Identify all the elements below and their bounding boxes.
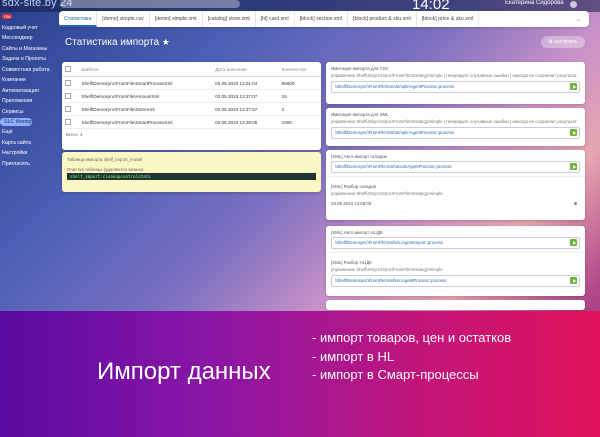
card-title: [XML] Авто импорт складов	[331, 154, 387, 159]
card-desc: управление Shelf\InSync\Sync\FromFile\St…	[331, 267, 443, 272]
card-desc: управление Shelf\InSync\Sync\FromFile\St…	[331, 73, 577, 78]
banner-item: - импорт в Смарт-процессы	[312, 367, 479, 382]
notifications-icon[interactable]	[570, 1, 577, 8]
tab[interactable]: [hl] card.xml	[256, 11, 295, 27]
sidebar-item[interactable]: Ещё	[0, 127, 52, 138]
agent-field[interactable]: \Shelf\Demosync\FromFile\Xml\Simple\Agen…	[331, 127, 580, 139]
table-row[interactable]: Shelf\Demosync\FromFile\AmountXml 03.05.2…	[62, 89, 321, 103]
row-checkbox[interactable]	[65, 80, 71, 86]
stats-table-panel: Шаблон Дата внесения Количество Shelf\De…	[62, 62, 321, 150]
agent-card	[326, 300, 585, 310]
select-all-checkbox[interactable]	[65, 66, 71, 72]
card-title: Имитация импорта для XML	[331, 112, 389, 117]
gear-icon: ⚙	[548, 39, 553, 45]
cleanup-desc: Очистка таблицы (удаляются записи)	[67, 167, 144, 172]
star-icon[interactable]: ★	[162, 37, 170, 47]
agent-card: Имитация импорта для CSV управление Shel…	[326, 62, 585, 104]
sidebar-item[interactable]: Совместная работа	[0, 65, 52, 76]
sidebar-item[interactable]: Кадровый учет	[0, 23, 52, 34]
sidebar-item[interactable]: Карта сайта	[0, 138, 52, 149]
stats-table: Шаблон Дата внесения Количество Shelf\De…	[62, 62, 321, 129]
tab[interactable]: [catalog] store.xml	[203, 11, 256, 27]
play-icon[interactable]	[570, 163, 577, 170]
sidebar-item[interactable]: ОМ	[0, 12, 52, 23]
sidebar-item-import[interactable]: SLC Импорт	[0, 118, 32, 126]
tab[interactable]: [block] price & sku.xml	[417, 11, 480, 27]
tab[interactable]: [demo] simple.csv	[97, 11, 150, 27]
status-dot	[574, 202, 577, 205]
column-header[interactable]: Шаблон	[78, 62, 213, 77]
banner-item: - импорт товаров, цен и остатков	[312, 330, 512, 345]
page-title: Статистика импорта ★	[65, 37, 170, 48]
agent-card: [XML] Авто импорт складов \Shelf\Demosyn…	[326, 150, 585, 220]
tab-statistics[interactable]: Статистика	[59, 11, 98, 27]
divider	[326, 176, 585, 177]
table-row[interactable]: Shelf\Demosync\FromFile\StoreXml 03.05.20…	[62, 102, 321, 116]
divider	[326, 252, 585, 253]
sidebar-item[interactable]: Сайты и Магазины	[0, 44, 52, 55]
promo-banner: Импорт данных - импорт товаров, цен и ос…	[0, 311, 600, 437]
sidebar-item[interactable]: Компания	[0, 75, 52, 86]
sidebar-item[interactable]: Сервисы	[0, 107, 52, 118]
user-name[interactable]: Екатерина Сидорова	[505, 0, 564, 6]
table-row[interactable]: Shelf\Demosync\FromFile\SmartProcessXml 0…	[62, 115, 321, 129]
banner-title: Импорт данных	[97, 358, 271, 385]
column-header[interactable]: Количество	[278, 62, 321, 77]
card-title: [XML] Разбор HL/ДК	[331, 260, 372, 265]
banner-item: - импорт в HL	[312, 348, 395, 364]
tab[interactable]: [block] section.xml	[295, 11, 349, 27]
sidebar-item[interactable]: Приложения	[0, 96, 52, 107]
table-footer: Всего: 4	[66, 132, 83, 137]
cleanup-title: Таблица импорта shelf_import_model	[67, 157, 143, 162]
agent-field[interactable]: \Shelf\Demosync\FromFile\Xml\HL\AgentImp…	[331, 237, 580, 249]
sidebar-item[interactable]: Настройки	[0, 148, 52, 159]
card-desc: управление Shelf\InSync\Sync\FromFile\St…	[331, 191, 443, 196]
banner-list: - импорт товаров, цен и остатков - импор…	[312, 329, 511, 385]
cleanup-panel: Таблица импорта shelf_import_model Очист…	[62, 152, 321, 192]
play-icon[interactable]	[570, 277, 577, 284]
sidebar-item[interactable]: Автоматизация	[0, 86, 52, 97]
settings-button[interactable]: ⚙ настроить	[541, 36, 585, 48]
card-title: Имитация импорта для CSV	[331, 66, 389, 71]
chevron-down-icon[interactable]: ⌄	[576, 16, 589, 23]
row-checkbox[interactable]	[65, 106, 71, 112]
play-icon[interactable]	[570, 83, 577, 90]
sidebar-item[interactable]: Пригласить	[0, 159, 52, 170]
row-checkbox[interactable]	[65, 93, 71, 99]
sidebar: ОМ Кадровый учет Мессенджер Сайты и Мага…	[0, 12, 52, 202]
cleanup-command[interactable]: shelf_import:cleanupcontrolstats	[67, 173, 316, 180]
tab[interactable]: [demo] simple.xml	[150, 11, 203, 27]
sidebar-item[interactable]: Задачи и Проекты	[0, 54, 52, 65]
agent-card: [XML] Авто импорт HL/ДК \Shelf\Demosync\…	[326, 226, 585, 296]
card-desc: управление Shelf\InSync\Sync\FromFile\St…	[331, 119, 577, 124]
search-input[interactable]	[60, 0, 240, 8]
tab[interactable]: [block] product & sku.xml	[348, 11, 417, 27]
agent-field[interactable]: \Shelf\Demosync\FromFile\Csv\Simple\Agen…	[331, 81, 580, 93]
sidebar-item[interactable]: Мессенджер	[0, 33, 52, 44]
agent-field[interactable]: \Shelf\Demosync\FromFile\Xml\Stock\Agent…	[331, 161, 580, 173]
play-icon[interactable]	[570, 129, 577, 136]
card-title: [XML] Разбор складов	[331, 184, 376, 189]
agent-field[interactable]: \Shelf\Demosync\FromFile\Xml\HL\AgentPro…	[331, 275, 580, 287]
column-header[interactable]: Дата внесения	[212, 62, 279, 77]
play-icon[interactable]	[570, 239, 577, 246]
card-title: [XML] Авто импорт HL/ДК	[331, 230, 383, 235]
agent-card: Имитация импорта для XML управление Shel…	[326, 108, 585, 146]
row-checkbox[interactable]	[65, 119, 71, 125]
tab-bar: Статистика [demo] simple.csv [demo] simp…	[59, 11, 589, 27]
run-date: 03.05.2023 13:58:09	[326, 199, 585, 208]
table-row[interactable]: Shelf\Demosync\FromFile\SmartProcessXml 0…	[62, 76, 321, 90]
